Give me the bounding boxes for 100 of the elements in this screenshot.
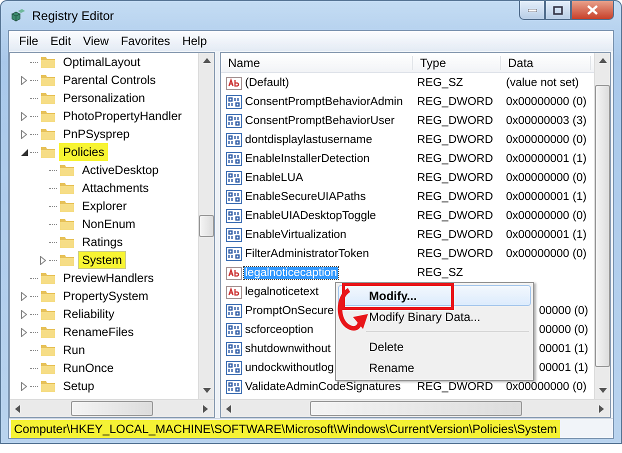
tree-item[interactable]: Parental Controls <box>59 71 160 89</box>
value-data: 0x00000000 (0) <box>506 380 587 392</box>
binary-value-icon <box>226 226 242 242</box>
menu-item[interactable]: View <box>77 34 115 48</box>
value-name[interactable]: ConsentPromptBehaviorUser <box>244 114 396 126</box>
scroll-thumb[interactable] <box>595 85 610 367</box>
vertical-scrollbar[interactable] <box>594 53 610 399</box>
expand-arrow-icon[interactable] <box>21 76 27 84</box>
tree-item[interactable]: RunOnce <box>59 359 118 377</box>
vertical-scrollbar[interactable] <box>198 53 214 399</box>
string-value-icon <box>226 264 242 280</box>
value-name[interactable]: EnableLUA <box>244 172 304 184</box>
collapse-arrow-icon[interactable] <box>20 148 28 156</box>
value-name[interactable]: PromptOnSecure <box>244 304 335 316</box>
scroll-arrow-icon[interactable] <box>598 387 606 395</box>
scroll-arrow-icon[interactable] <box>202 57 210 65</box>
scroll-arrow-icon[interactable] <box>202 387 210 395</box>
value-name[interactable]: scforceoption <box>244 324 314 336</box>
scroll-arrow-icon[interactable] <box>14 404 22 412</box>
column-header[interactable]: Type <box>413 56 501 70</box>
tree-item[interactable]: Ratings <box>78 233 127 251</box>
minimize-button[interactable] <box>519 1 545 20</box>
value-data: 0x00000000 (0) <box>506 248 587 260</box>
maximize-icon <box>553 6 563 14</box>
folder-icon <box>59 162 75 178</box>
tree-item[interactable]: Explorer <box>78 197 131 215</box>
value-data: 0x00000003 (3) <box>506 114 587 126</box>
binary-value-icon <box>226 132 242 148</box>
value-name[interactable]: undockwithoutlog <box>244 362 335 374</box>
tree-item[interactable]: PropertySystem <box>59 287 152 305</box>
tree-item[interactable]: PreviewHandlers <box>59 269 158 287</box>
value-type: REG_DWORD <box>417 190 494 202</box>
folder-icon <box>40 288 56 304</box>
column-header[interactable]: Data <box>501 56 591 70</box>
horizontal-scrollbar[interactable] <box>221 399 610 417</box>
binary-value-icon <box>226 188 242 204</box>
value-name[interactable]: EnableVirtualization <box>244 228 348 240</box>
value-data: 0x00000001 (1) <box>506 152 587 164</box>
context-menu-item[interactable]: Rename <box>338 357 531 378</box>
scroll-arrow-icon[interactable] <box>225 404 233 412</box>
minimize-icon <box>528 8 536 12</box>
tree-item[interactable]: Reliability <box>59 305 118 323</box>
value-name[interactable]: FilterAdministratorToken <box>244 248 370 260</box>
folder-icon <box>40 342 56 358</box>
value-type: REG_SZ <box>417 266 464 278</box>
close-button[interactable] <box>571 1 614 20</box>
context-menu-item[interactable]: Modify Binary Data... <box>338 306 531 327</box>
maximize-button[interactable] <box>545 1 571 20</box>
tree-item[interactable]: Run <box>59 341 90 359</box>
tree-item[interactable]: ActiveDesktop <box>78 161 163 179</box>
value-name[interactable]: legalnoticetext <box>244 286 320 298</box>
tree-item[interactable]: PhotoPropertyHandler <box>59 107 186 125</box>
folder-icon <box>40 72 56 88</box>
context-menu-item[interactable]: Modify... <box>338 285 531 306</box>
window-title: Registry Editor <box>32 8 114 22</box>
folder-icon <box>59 234 75 250</box>
menu-item[interactable]: Edit <box>44 34 78 48</box>
value-name[interactable]: (Default) <box>244 76 290 88</box>
tree-item[interactable]: RenameFiles <box>59 323 138 341</box>
scroll-arrow-icon[interactable] <box>202 404 210 412</box>
folder-icon <box>59 252 75 268</box>
value-name[interactable]: EnableUIADesktopToggle <box>244 210 378 222</box>
value-name[interactable]: shutdownwithout <box>244 342 332 354</box>
binary-value-icon <box>226 170 242 186</box>
value-name[interactable]: dontdisplaylastusername <box>244 134 374 146</box>
column-header[interactable]: Name <box>221 56 413 70</box>
value-data: 00000 (0) <box>539 324 588 336</box>
string-value-icon <box>226 284 242 300</box>
tree-item[interactable]: NonEnum <box>78 215 140 233</box>
close-icon <box>587 5 598 15</box>
scroll-thumb[interactable] <box>71 401 153 416</box>
scroll-arrow-icon[interactable] <box>598 57 606 65</box>
scroll-thumb[interactable] <box>310 401 522 416</box>
expand-arrow-icon[interactable] <box>40 256 46 264</box>
menu-item[interactable]: Favorites <box>114 34 176 48</box>
tree-item[interactable]: Personalization <box>59 89 150 107</box>
tree-item[interactable]: OptimalLayout <box>59 53 144 71</box>
value-name[interactable]: ValidateAdminCodeSignatures <box>244 380 402 392</box>
binary-value-icon <box>226 302 242 318</box>
menu-item[interactable]: File <box>13 34 44 48</box>
value-data: 0x00000000 (0) <box>506 172 587 184</box>
tree-item[interactable]: System <box>78 251 126 269</box>
menu-item[interactable]: Help <box>176 34 213 48</box>
value-name[interactable]: EnableSecureUIAPaths <box>244 190 367 202</box>
scroll-thumb[interactable] <box>199 215 214 237</box>
tree-item[interactable]: Setup <box>59 377 98 395</box>
horizontal-scrollbar[interactable] <box>10 399 214 417</box>
tree-item[interactable]: PnPSysprep <box>59 125 134 143</box>
tree-item[interactable]: Attachments <box>78 179 153 197</box>
scroll-arrow-icon[interactable] <box>598 404 606 412</box>
folder-icon <box>59 216 75 232</box>
value-name[interactable]: EnableInstallerDetection <box>244 152 371 164</box>
value-name[interactable]: ConsentPromptBehaviorAdmin <box>244 96 404 108</box>
binary-value-icon <box>226 340 242 356</box>
binary-value-icon <box>226 150 242 166</box>
context-menu-item[interactable]: Delete <box>338 336 531 357</box>
expand-arrow-icon[interactable] <box>21 382 27 390</box>
tree-item[interactable]: Policies <box>59 143 108 161</box>
status-path: Computer\HKEY_LOCAL_MACHINE\SOFTWARE\Microsoft\Windows\CurrentVersion\Policies\System <box>11 420 560 438</box>
binary-value-icon <box>226 378 242 394</box>
